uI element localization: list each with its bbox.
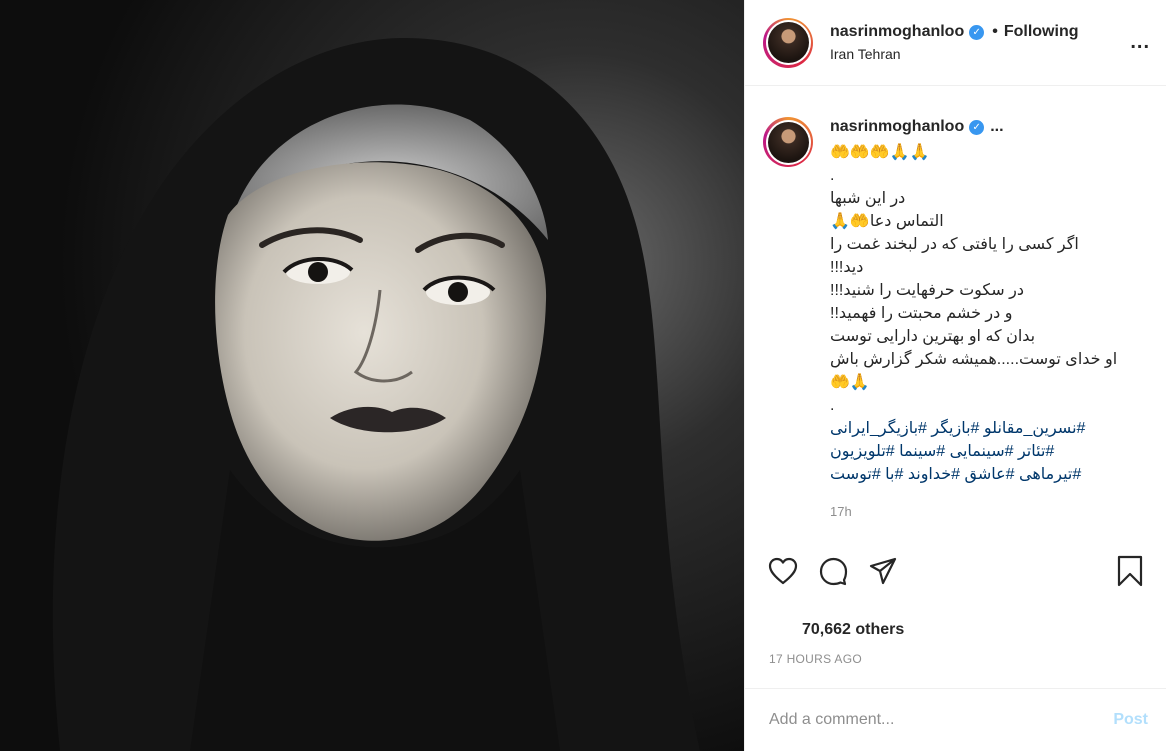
caption-line: . [830,397,835,414]
caption-line: او خدای توست.....همیشه شکر گزارش باش [830,351,1118,368]
caption-line: . [830,167,835,184]
caption-line: بدان که او بهترین دارایی توست [830,328,1036,345]
caption-line: دید!!! [830,259,864,276]
caption-line: 🤲🙏 [830,374,870,391]
post-header: nasrinmoghanloo ✓ • Following Iran Tehra… [745,0,1166,86]
comment-input[interactable] [769,711,1114,729]
caption-text: 🤲🤲🤲🙏🙏. در این شبها التماس دعا🤲🙏 اگر کسی را … [830,141,1150,486]
verified-badge-icon: ✓ [969,119,985,135]
caption-hashtag-line[interactable]: #تیرماهی #عاشق #خداوند #با #توست [830,463,1150,486]
caption-line: و در خشم محبتت را فهمید!! [830,305,1013,322]
heart-icon[interactable] [767,555,799,587]
post-side-panel: nasrinmoghanloo ✓ • Following Iran Tehra… [744,0,1166,751]
author-avatar[interactable] [763,17,813,68]
verified-badge-icon: ✓ [969,24,985,40]
caption-hashtag-line[interactable]: #نسرین_مقانلو #بازیگر #بازیگر_ایرانی [830,417,1150,440]
caption-hashtag-line[interactable]: #تئاتر #سینمایی #سینما #تلویزیون [830,440,1150,463]
author-username[interactable]: nasrinmoghanloo [830,23,964,41]
caption-time: 17h [830,504,852,519]
post-location[interactable]: Iran Tehran [830,46,1122,62]
share-icon[interactable] [867,555,899,587]
separator-dot: • [992,23,998,40]
caption-line: اگر کسی را یافتی که در لبخند غمت را [830,236,1079,253]
likes-summary[interactable]: 70,662 others [769,621,904,639]
likes-count[interactable]: 70,662 others [802,621,904,639]
action-bar [767,555,1150,587]
portrait-illustration [0,0,744,751]
post-photo[interactable] [0,0,744,751]
bookmark-icon[interactable] [1114,555,1146,587]
post-timestamp[interactable]: 17 HOURS AGO [769,652,862,666]
caption-avatar[interactable] [763,117,813,167]
post-comment-button[interactable]: Post [1113,711,1148,729]
caption-section: nasrinmoghanloo ✓ ... 🤲🤲🤲🙏🙏. در این شبها ا… [745,87,1166,542]
caption-line: در این شبها [830,190,906,207]
more-options-button[interactable]: ... [1122,31,1150,54]
comment-icon[interactable] [817,555,849,587]
following-button[interactable]: Following [1004,23,1079,41]
caption-line: در سکوت حرفهایت را شنید!!! [830,282,1024,299]
caption-ellipsis: ... [990,118,1004,135]
caption-line: 🤲🤲🤲🙏🙏 [830,144,930,161]
caption-username[interactable]: nasrinmoghanloo [830,118,964,136]
caption-line: التماس دعا🤲🙏 [830,213,944,230]
comment-bar: Post [745,688,1166,751]
